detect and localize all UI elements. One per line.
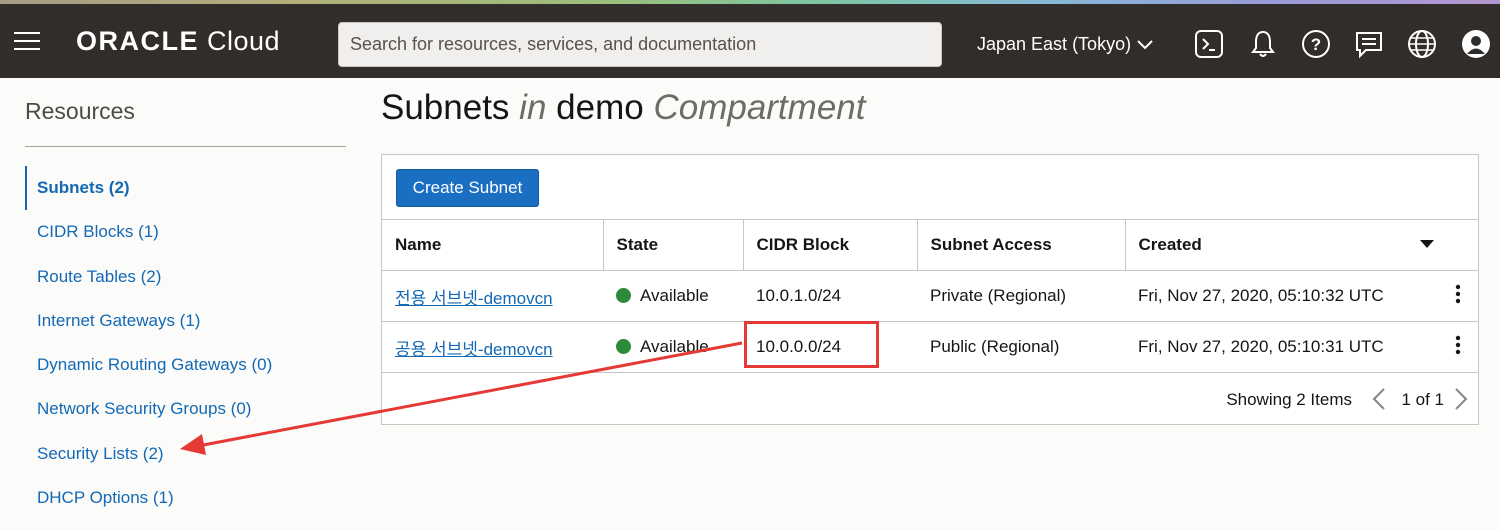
column-header-cidr-block[interactable]: CIDR Block	[743, 219, 918, 271]
title-subject: Subnets	[381, 88, 510, 127]
resources-heading: Resources	[25, 98, 135, 124]
help-icon[interactable]: ?	[1301, 29, 1331, 59]
title-in: in	[519, 88, 547, 127]
cell-created: Fri, Nov 27, 2020, 05:10:31 UTC	[1125, 321, 1438, 373]
table-footer: Showing 2 Items 1 of 1	[382, 375, 1478, 425]
region-label: Japan East (Tokyo)	[977, 34, 1132, 54]
cell-cidr: 10.0.1.0/24	[743, 270, 917, 322]
bell-icon[interactable]	[1248, 29, 1278, 59]
annotation-highlight-box	[744, 321, 879, 368]
divider	[25, 146, 346, 147]
chevron-right-icon[interactable]	[1454, 388, 1468, 410]
subnet-link[interactable]: 공용 서브넷-demovcn	[395, 340, 553, 359]
cell-state: Available	[603, 270, 743, 322]
kebab-menu-icon[interactable]	[1455, 284, 1461, 304]
showing-count: Showing 2 Items	[1226, 390, 1352, 409]
cell-name: 전용 서브넷-demovcn	[382, 270, 603, 322]
cell-name: 공용 서브넷-demovcn	[382, 321, 603, 373]
kebab-menu-icon[interactable]	[1455, 335, 1461, 355]
table-header-row: Name State CIDR Block Subnet Access Crea…	[382, 219, 1478, 271]
sidebar-item-dhcp-options[interactable]: DHCP Options (1)	[25, 476, 347, 520]
column-header-name[interactable]: Name	[382, 219, 604, 271]
table-row: 공용 서브넷-demovcn Available 10.0.0.0/24 Pub…	[382, 321, 1478, 373]
cell-actions	[1438, 321, 1478, 373]
search-input[interactable]	[338, 22, 942, 67]
chevron-down-icon	[1137, 40, 1153, 50]
oracle-cloud-logo[interactable]: ORACLE Cloud	[76, 26, 280, 57]
create-subnet-button[interactable]: Create Subnet	[396, 169, 539, 207]
chat-icon[interactable]	[1354, 29, 1384, 59]
subnet-link[interactable]: 전용 서브넷-demovcn	[395, 289, 553, 308]
pagination-label: 1 of 1	[1401, 390, 1444, 409]
cloud-shell-icon[interactable]	[1194, 29, 1224, 59]
chevron-left-icon[interactable]	[1372, 388, 1386, 410]
logo-oracle-text: ORACLE	[76, 26, 199, 56]
subnets-table: Name State CIDR Block Subnet Access Crea…	[382, 219, 1478, 373]
title-compartment-word: Compartment	[653, 88, 866, 127]
cell-actions	[1438, 270, 1478, 322]
cell-state: Available	[603, 321, 743, 373]
cell-access: Public (Regional)	[917, 321, 1125, 373]
top-navigation-bar: ORACLE Cloud Japan East (Tokyo) ?	[0, 4, 1500, 78]
cell-created: Fri, Nov 27, 2020, 05:10:32 UTC	[1125, 270, 1438, 322]
status-dot-icon	[616, 339, 631, 354]
page-title: Subnets in demo Compartment	[381, 88, 865, 128]
menu-icon[interactable]	[14, 32, 40, 52]
sort-caret-icon[interactable]	[1420, 240, 1434, 249]
sidebar-item-subnets[interactable]: Subnets (2)	[25, 166, 347, 211]
cell-access: Private (Regional)	[917, 270, 1125, 322]
sidebar-item-route-tables[interactable]: Route Tables (2)	[25, 255, 347, 299]
logo-cloud-text: Cloud	[207, 26, 281, 56]
column-header-created[interactable]: Created	[1125, 219, 1478, 271]
svg-text:?: ?	[1311, 35, 1321, 54]
resources-nav: Subnets (2) CIDR Blocks (1) Route Tables…	[25, 166, 347, 520]
sidebar-item-dynamic-routing-gateways[interactable]: Dynamic Routing Gateways (0)	[25, 343, 347, 387]
column-header-subnet-access[interactable]: Subnet Access	[917, 219, 1126, 271]
table-row: 전용 서브넷-demovcn Available 10.0.1.0/24 Pri…	[382, 270, 1478, 322]
sidebar-item-internet-gateways[interactable]: Internet Gateways (1)	[25, 299, 347, 343]
sidebar-item-security-lists[interactable]: Security Lists (2)	[25, 432, 347, 476]
region-selector[interactable]: Japan East (Tokyo)	[977, 34, 1153, 55]
state-label: Available	[640, 337, 709, 356]
sidebar-item-cidr-blocks[interactable]: CIDR Blocks (1)	[25, 210, 347, 254]
sidebar-item-network-security-groups[interactable]: Network Security Groups (0)	[25, 387, 347, 431]
status-dot-icon	[616, 288, 631, 303]
subnets-panel: Create Subnet Name State CIDR Block Subn…	[381, 154, 1479, 425]
title-compartment-name: demo	[556, 88, 644, 127]
state-label: Available	[640, 286, 709, 305]
column-header-state[interactable]: State	[603, 219, 744, 271]
globe-icon[interactable]	[1407, 29, 1437, 59]
column-header-created-label: Created	[1138, 235, 1202, 254]
user-icon[interactable]	[1461, 29, 1491, 59]
